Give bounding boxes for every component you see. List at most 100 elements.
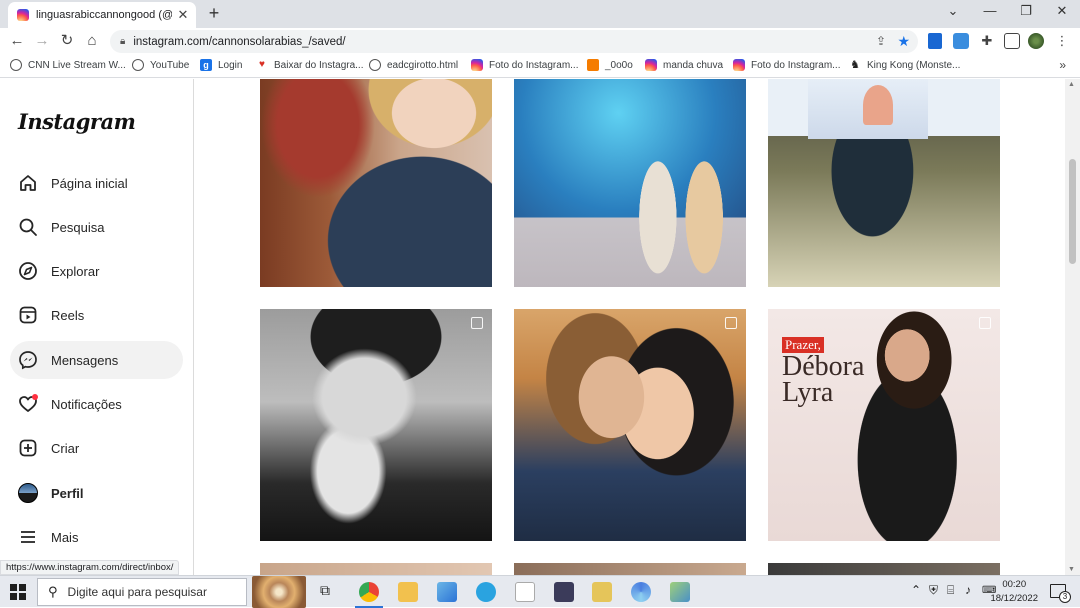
page-scrollbar[interactable]: ▲ ▼ <box>1065 79 1080 575</box>
saved-post[interactable] <box>768 563 1000 575</box>
bookmark-item[interactable]: CNN Live Stream W... <box>10 59 126 71</box>
windows-start-icon[interactable] <box>10 584 26 600</box>
nav-profile[interactable]: Perfil <box>10 474 183 512</box>
heart-icon <box>18 394 38 414</box>
browser-menu-icon[interactable]: ⋮ <box>1054 33 1070 49</box>
bookmark-item[interactable]: manda chuva <box>645 59 723 71</box>
close-window-button[interactable]: ✕ <box>1052 3 1072 19</box>
saved-post[interactable] <box>260 309 492 541</box>
app-blue-icon[interactable] <box>437 582 457 602</box>
bookmark-item[interactable]: Foto do Instagram... <box>471 59 579 71</box>
instagram-icon <box>733 59 745 71</box>
saved-post[interactable] <box>260 79 492 287</box>
task-view-icon[interactable]: ⧉ <box>320 582 330 599</box>
search-icon: ⚲ <box>48 584 58 599</box>
extension-screen-icon[interactable] <box>953 33 969 49</box>
share-icon[interactable]: ⇪ <box>876 34 886 48</box>
lock-icon: 🔒︎ <box>120 36 126 47</box>
saved-posts-grid: Prazer, Débora Lyra <box>195 79 1065 575</box>
address-url: instagram.com/cannonsolarabias_/saved/ <box>133 35 346 48</box>
bookmark-item[interactable]: ♞ King Kong (Monste... <box>849 59 960 71</box>
app-globe-icon[interactable] <box>631 582 651 602</box>
instagram-icon <box>645 59 657 71</box>
reload-icon[interactable]: ↻ <box>58 32 76 50</box>
globe-icon <box>369 59 381 71</box>
carousel-icon <box>471 317 483 329</box>
carousel-icon <box>979 317 991 329</box>
reels-icon <box>18 305 38 325</box>
nav-notifications[interactable]: Notificações <box>10 385 183 423</box>
tray-shield-icon[interactable]: ⛨ <box>929 583 938 598</box>
heart-red-icon: ♥ <box>256 59 268 71</box>
saved-post[interactable] <box>514 563 746 575</box>
app-tool-icon[interactable] <box>670 582 690 602</box>
extension-blue-cup-icon[interactable] <box>928 33 942 49</box>
media-player-icon[interactable] <box>592 582 612 602</box>
scroll-down-icon[interactable]: ▼ <box>1068 566 1075 573</box>
blogger-icon <box>587 59 599 71</box>
new-tab-button[interactable]: + <box>205 3 223 24</box>
search-highlight-image[interactable] <box>252 576 306 608</box>
telegram-icon[interactable] <box>476 582 496 602</box>
side-panel-icon[interactable] <box>1004 33 1020 49</box>
network-icon[interactable]: ⌸ <box>947 583 954 598</box>
bookmark-item[interactable]: Foto do Instagram... <box>733 59 841 71</box>
tab-search-chevron-icon[interactable]: ⌄ <box>943 3 963 19</box>
minimize-button[interactable]: — <box>980 3 1000 18</box>
address-bar[interactable]: 🔒︎ instagram.com/cannonsolarabias_/saved… <box>110 30 918 53</box>
extensions-puzzle-icon[interactable]: ✚ <box>979 33 995 49</box>
search-icon <box>18 217 38 237</box>
chrome-icon[interactable] <box>355 582 383 608</box>
tray-chevron-icon[interactable]: ⌃ <box>911 583 921 597</box>
scroll-up-icon[interactable]: ▲ <box>1068 81 1075 88</box>
notification-center-icon[interactable]: 3 <box>1050 584 1071 603</box>
volume-icon[interactable]: ♪ <box>965 583 971 597</box>
tab-close-icon[interactable]: ✕ <box>176 7 190 23</box>
bookmark-item[interactable]: YouTube <box>132 59 189 71</box>
bookmarks-overflow-icon[interactable]: » <box>1059 58 1066 72</box>
nav-explore[interactable]: Explorar <box>10 252 183 290</box>
browser-tab[interactable]: linguasrabiccannongood (@cannonsolarabia… <box>8 2 196 28</box>
compass-icon <box>18 261 38 281</box>
saved-post[interactable] <box>768 79 1000 287</box>
windows-taskbar: ⚲ Digite aqui para pesquisar ⧉ ⌃ ⛨ ⌸ ♪ ⌨… <box>0 575 1080 608</box>
instagram-favicon-icon <box>17 9 29 21</box>
bookmark-star-icon[interactable]: ★ <box>897 33 910 50</box>
bookmark-item[interactable]: _0o0o <box>587 59 633 71</box>
nav-reels[interactable]: Reels <box>10 296 183 334</box>
restore-button[interactable]: ❐ <box>1016 3 1036 19</box>
back-arrow-icon[interactable]: ← <box>8 32 26 50</box>
forward-arrow-icon[interactable]: → <box>33 32 51 50</box>
system-clock[interactable]: 00:20 18/12/2022 <box>990 578 1038 606</box>
bookmark-item[interactable]: g Login <box>200 59 242 71</box>
saved-post[interactable] <box>514 79 746 287</box>
file-explorer-icon[interactable] <box>398 582 418 602</box>
clock-time: 00:20 <box>1002 579 1027 590</box>
nav-create[interactable]: Criar <box>10 429 183 467</box>
document-icon[interactable] <box>515 582 535 602</box>
saved-post[interactable] <box>514 309 746 541</box>
instagram-logo[interactable]: Instagram <box>18 109 136 134</box>
menu-icon <box>18 527 38 547</box>
nav-messages[interactable]: Mensagens <box>10 341 183 379</box>
instagram-icon <box>471 59 483 71</box>
instagram-sidebar: Instagram Página inicial Pesquisa Explor… <box>0 79 194 575</box>
profile-avatar <box>18 483 38 503</box>
bookmark-item[interactable]: eadcgirotto.html <box>369 59 458 71</box>
nav-home[interactable]: Página inicial <box>10 164 183 202</box>
scrollbar-thumb[interactable] <box>1069 159 1076 264</box>
nav-more[interactable]: Mais <box>10 518 183 556</box>
home-button-icon[interactable]: ⌂ <box>83 32 101 50</box>
home-icon <box>18 173 38 193</box>
audio-editor-icon[interactable] <box>554 582 574 602</box>
taskbar-search-box[interactable]: ⚲ Digite aqui para pesquisar <box>37 578 247 606</box>
clock-date: 18/12/2022 <box>990 593 1038 604</box>
messenger-icon <box>18 350 38 370</box>
saved-post[interactable] <box>260 563 492 575</box>
bookmark-item[interactable]: ♥ Baixar do Instagra... <box>256 59 364 71</box>
browser-tab-strip: linguasrabiccannongood (@cannonsolarabia… <box>0 0 1080 28</box>
saved-post[interactable]: Prazer, Débora Lyra <box>768 309 1000 541</box>
g-icon: g <box>200 59 212 71</box>
nav-search[interactable]: Pesquisa <box>10 208 183 246</box>
profile-avatar-icon[interactable] <box>1028 33 1044 49</box>
